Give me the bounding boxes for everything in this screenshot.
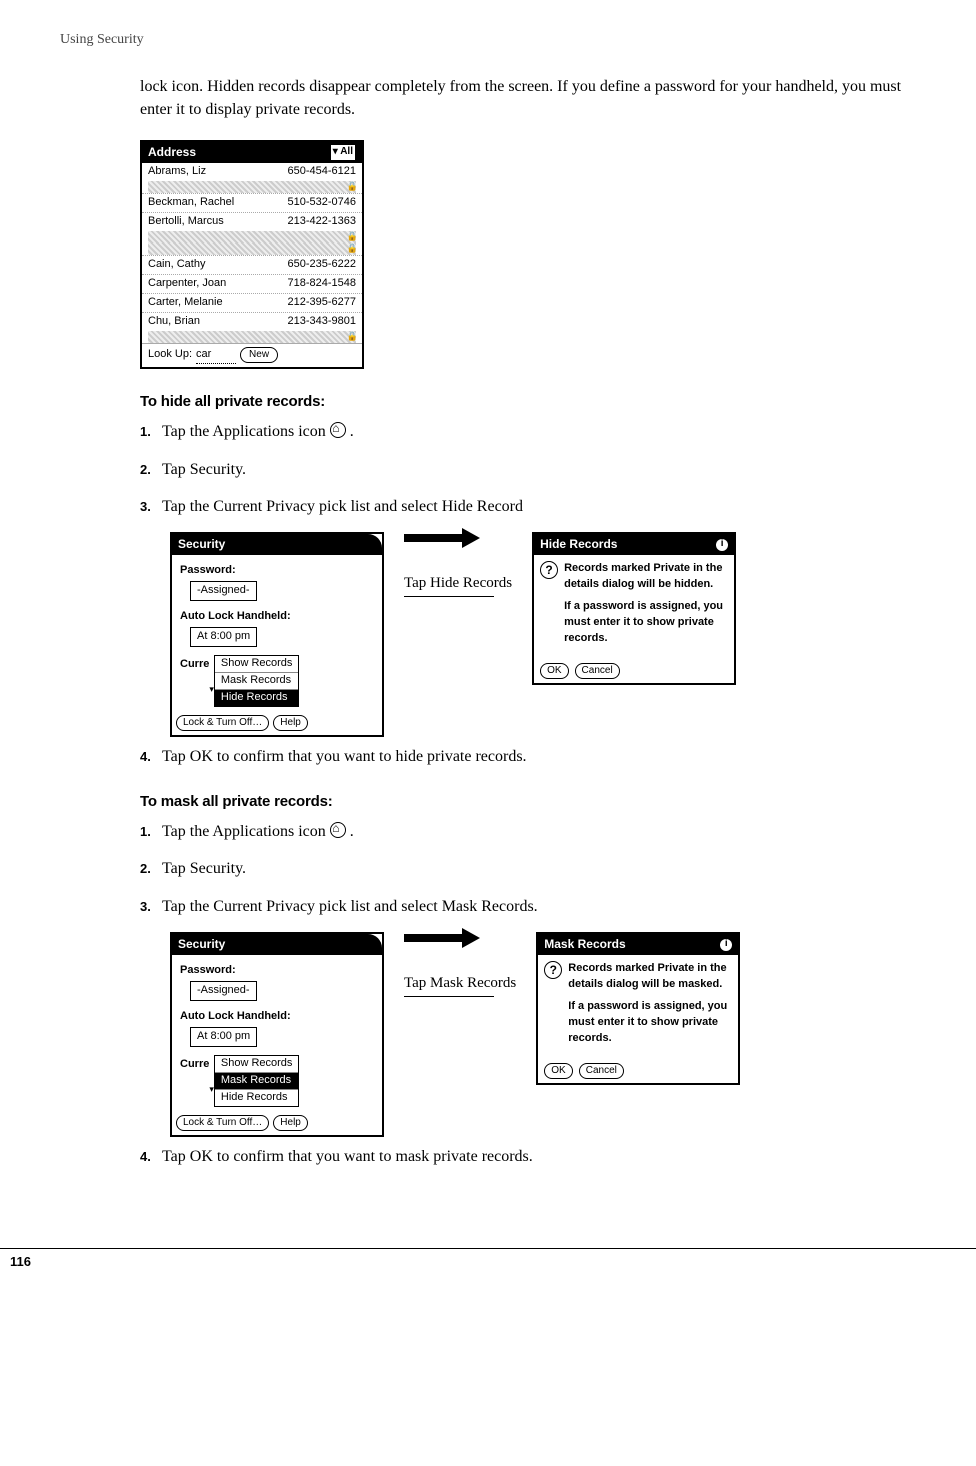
privacy-label: Curre — [180, 1057, 209, 1073]
lock-off-button[interactable]: Lock & Turn Off… — [176, 1115, 269, 1132]
privacy-picklist[interactable]: Show Records Mask Records Hide Records — [214, 655, 300, 707]
callout: Tap Hide Records — [404, 532, 512, 597]
address-screenshot: Address ▾ All Abrams, Liz650-454-6121 Be… — [140, 140, 364, 369]
list-item[interactable]: Bertolli, Marcus213-422-1363 — [142, 212, 362, 231]
lookup-label: Look Up: — [148, 347, 192, 363]
lock-off-button[interactable]: Lock & Turn Off… — [176, 715, 269, 732]
autolock-label: Auto Lock Handheld: — [180, 1009, 374, 1025]
list-item[interactable]: Carpenter, Joan718-824-1548 — [142, 274, 362, 293]
step-num: 2. — [140, 461, 162, 480]
page-number: 116 — [10, 1253, 31, 1272]
step-text: Tap the Current Privacy pick list and se… — [162, 498, 523, 515]
cancel-button[interactable]: Cancel — [575, 663, 620, 680]
dialog-title: Hide Records — [540, 536, 617, 553]
arrow-right-icon — [404, 532, 484, 544]
dialog-text-1: Records marked Private in the details di… — [568, 961, 732, 993]
step-num: 3. — [140, 498, 162, 517]
page-footer: 116 — [60, 1248, 916, 1278]
callout-line — [404, 596, 494, 597]
step-num: 4. — [140, 1148, 162, 1167]
mask-heading: To mask all private records: — [140, 791, 916, 813]
masked-row[interactable] — [148, 181, 356, 193]
security-title: Security — [172, 934, 382, 955]
security-title: Security — [172, 534, 382, 555]
hide-dialog: Hide Records i ? Records marked Private i… — [532, 532, 736, 686]
ok-button[interactable]: OK — [540, 663, 568, 680]
running-header: Using Security — [60, 30, 916, 50]
step-text: Tap the Applications icon . — [162, 823, 354, 840]
applications-icon — [330, 822, 346, 838]
list-item[interactable]: Carter, Melanie212-395-6277 — [142, 293, 362, 312]
password-value[interactable]: -Assigned- — [190, 581, 257, 601]
list-item[interactable]: Abrams, Liz650-454-6121 — [142, 163, 362, 181]
autolock-value[interactable]: At 8:00 pm — [190, 627, 257, 647]
dialog-text-2: If a password is assigned, you must ente… — [564, 599, 728, 647]
callout-text: Tap Mask Records — [404, 974, 516, 992]
step-num: 1. — [140, 823, 162, 842]
masked-row[interactable] — [148, 331, 356, 343]
picklist-item-selected[interactable]: Mask Records — [215, 1073, 299, 1090]
step-num: 1. — [140, 423, 162, 442]
question-icon: ? — [540, 561, 558, 579]
password-value[interactable]: -Assigned- — [190, 981, 257, 1001]
question-icon: ? — [544, 961, 562, 979]
cancel-button[interactable]: Cancel — [579, 1063, 624, 1080]
picklist-item-selected[interactable]: Hide Records — [215, 690, 299, 706]
autolock-label: Auto Lock Handheld: — [180, 609, 374, 625]
picklist-item[interactable]: Show Records — [215, 1056, 299, 1073]
step-text: Tap the Current Privacy pick list and se… — [162, 898, 538, 915]
applications-icon — [330, 422, 346, 438]
intro-paragraph: lock icon. Hidden records disappear comp… — [140, 75, 916, 121]
dialog-title: Mask Records — [544, 936, 625, 953]
lookup-input[interactable]: car — [196, 347, 236, 364]
picklist-item[interactable]: Hide Records — [215, 1090, 299, 1106]
step-text: Tap OK to confirm that you want to hide … — [162, 748, 527, 765]
info-icon[interactable]: i — [720, 939, 732, 951]
security-screenshot: Security Password: -Assigned- Auto Lock … — [170, 932, 384, 1137]
filter-dropdown[interactable]: ▾ All — [330, 144, 356, 161]
password-label: Password: — [180, 963, 374, 979]
arrow-right-icon — [404, 932, 484, 944]
privacy-label: Curre — [180, 657, 209, 673]
hide-heading: To hide all private records: — [140, 391, 916, 413]
picklist-item[interactable]: Mask Records — [215, 673, 299, 690]
callout-text: Tap Hide Records — [404, 574, 512, 592]
security-screenshot: Security Password: -Assigned- Auto Lock … — [170, 532, 384, 737]
help-button[interactable]: Help — [273, 715, 308, 732]
info-icon[interactable]: i — [716, 539, 728, 551]
step-num: 4. — [140, 748, 162, 767]
callout: Tap Mask Records — [404, 932, 516, 997]
mask-dialog: Mask Records i ? Records marked Private i… — [536, 932, 740, 1086]
step-text: Tap OK to confirm that you want to mask … — [162, 1148, 533, 1165]
list-item[interactable]: Chu, Brian213-343-9801 — [142, 312, 362, 331]
list-item[interactable]: Beckman, Rachel510-532-0746 — [142, 193, 362, 212]
callout-line — [404, 996, 494, 997]
list-item[interactable]: Cain, Cathy650-235-6222 — [142, 255, 362, 274]
autolock-value[interactable]: At 8:00 pm — [190, 1027, 257, 1047]
address-title: Address — [148, 144, 196, 161]
step-text: Tap Security. — [162, 860, 246, 877]
privacy-picklist[interactable]: Show Records Mask Records Hide Records — [214, 1055, 300, 1107]
step-text: Tap Security. — [162, 461, 246, 478]
help-button[interactable]: Help — [273, 1115, 308, 1132]
new-button[interactable]: New — [240, 347, 278, 364]
password-label: Password: — [180, 563, 374, 579]
step-num: 3. — [140, 898, 162, 917]
dialog-text-1: Records marked Private in the details di… — [564, 561, 728, 593]
masked-row[interactable] — [148, 231, 356, 243]
ok-button[interactable]: OK — [544, 1063, 572, 1080]
step-text: Tap the Applications icon . — [162, 423, 354, 440]
masked-row[interactable] — [148, 243, 356, 255]
picklist-item[interactable]: Show Records — [215, 656, 299, 673]
dialog-text-2: If a password is assigned, you must ente… — [568, 999, 732, 1047]
step-num: 2. — [140, 860, 162, 879]
